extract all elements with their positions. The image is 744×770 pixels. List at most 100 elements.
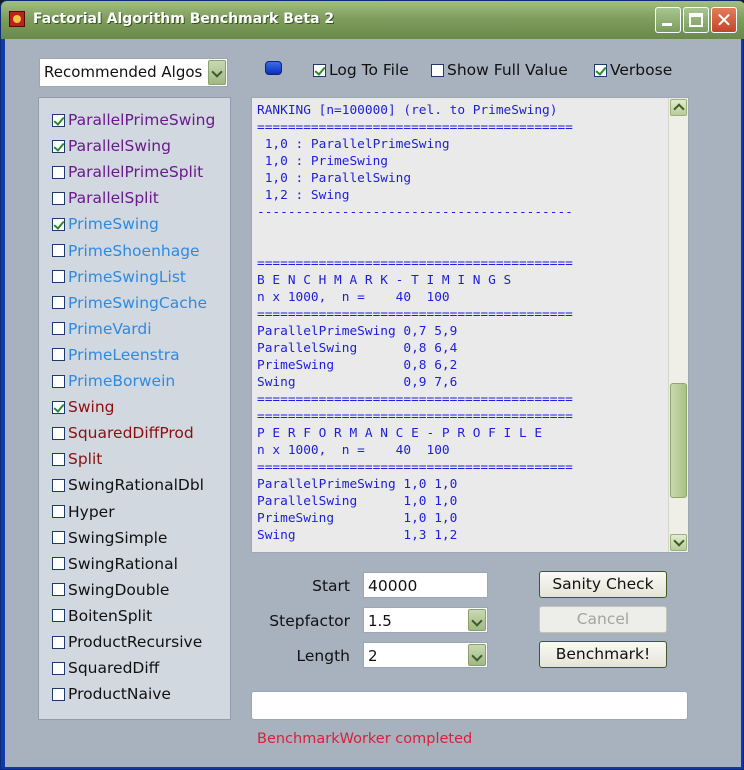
algo-filter-select[interactable]: Recommended Algos — [39, 58, 228, 87]
verbose-checkbox[interactable]: Verbose — [594, 61, 672, 79]
checkbox-box[interactable] — [313, 63, 326, 77]
client-area: Recommended Algos Log To File Show Full … — [5, 39, 741, 767]
algorithm-checkbox[interactable]: PrimeBorwein — [52, 372, 175, 390]
scroll-thumb[interactable] — [670, 383, 687, 498]
checkbox-box[interactable] — [52, 531, 65, 545]
checkbox-box[interactable] — [52, 348, 65, 362]
algorithm-label: PrimeLeenstra — [68, 345, 180, 364]
checkbox-box[interactable] — [52, 244, 65, 257]
checkbox-box[interactable] — [52, 687, 65, 701]
checkbox-label: Log To File — [329, 61, 409, 79]
checkbox-box[interactable] — [52, 270, 65, 284]
algorithm-checkbox[interactable]: Hyper — [52, 503, 115, 521]
chevron-down-icon[interactable] — [208, 60, 226, 85]
algorithm-list: ParallelPrimeSwing ParallelSwing ParallelP… — [38, 97, 231, 720]
log-to-file-checkbox[interactable]: Log To File — [313, 61, 409, 79]
checkbox-box[interactable] — [52, 661, 65, 675]
algorithm-checkbox[interactable]: ParallelPrimeSwing — [52, 111, 215, 129]
algorithm-label: Split — [68, 450, 103, 469]
show-full-value-checkbox[interactable]: Show Full Value — [431, 61, 568, 79]
minimize-button[interactable] — [655, 7, 681, 33]
status-text: BenchmarkWorker completed — [257, 731, 473, 747]
algorithm-label: PrimeSwing — [68, 215, 159, 234]
algorithm-label: SwingRationalDbl — [68, 476, 204, 495]
checkbox-box[interactable] — [52, 139, 65, 153]
checkbox-box[interactable] — [52, 217, 65, 231]
vertical-scrollbar[interactable] — [668, 98, 688, 552]
start-input[interactable]: 40000 — [363, 572, 488, 598]
checkbox-box[interactable] — [52, 296, 65, 310]
output-textarea[interactable]: RANKING [n=100000] (rel. to PrimeSwing) … — [251, 97, 689, 553]
checkbox-box[interactable] — [431, 63, 444, 77]
benchmark-button[interactable]: Benchmark! — [539, 641, 667, 668]
algorithm-checkbox[interactable]: ProductRecursive — [52, 633, 202, 651]
algorithm-label: Hyper — [68, 502, 115, 521]
close-button[interactable]: ✕ — [711, 7, 737, 33]
stepfactor-select[interactable]: 1.5 — [363, 607, 488, 633]
window-title: Factorial Algorithm Benchmark Beta 2 — [33, 11, 335, 27]
checkbox-box[interactable] — [52, 505, 65, 518]
checkbox-box[interactable] — [52, 322, 65, 336]
algorithm-checkbox[interactable]: BoitenSplit — [52, 607, 152, 625]
checkbox-box[interactable] — [52, 374, 65, 388]
checkbox-box[interactable] — [52, 400, 65, 414]
algorithm-checkbox[interactable]: PrimeShoenhage — [52, 242, 200, 260]
minimize-icon — [662, 23, 672, 26]
algorithm-label: ParallelPrimeSwing — [68, 111, 216, 129]
algorithm-checkbox[interactable]: SwingDouble — [52, 581, 169, 599]
algorithm-checkbox[interactable]: ParallelSplit — [52, 189, 159, 207]
chevron-down-icon[interactable] — [468, 609, 486, 631]
algorithm-checkbox[interactable]: Split — [52, 450, 102, 468]
app-icon[interactable] — [9, 11, 25, 27]
start-value: 40000 — [368, 577, 418, 595]
algorithm-checkbox[interactable]: PrimeSwingCache — [52, 294, 207, 312]
algorithm-label: ProductRecursive — [68, 633, 203, 651]
stepfactor-value: 1.5 — [368, 612, 392, 630]
algorithm-label: SwingRational — [68, 554, 178, 573]
scroll-down-button[interactable] — [670, 534, 687, 551]
algorithm-checkbox[interactable]: Swing — [52, 398, 115, 416]
algorithm-label: SquaredDiff — [68, 659, 160, 678]
algorithm-checkbox[interactable]: PrimeLeenstra — [52, 346, 180, 364]
algorithm-checkbox[interactable]: PrimeSwing — [52, 215, 159, 233]
algorithm-checkbox[interactable]: SwingRationalDbl — [52, 476, 204, 494]
checkbox-box[interactable] — [52, 452, 65, 466]
length-value: 2 — [368, 647, 378, 665]
checkbox-box[interactable] — [52, 478, 65, 492]
algorithm-checkbox[interactable]: SwingSimple — [52, 529, 167, 547]
checkbox-box[interactable] — [52, 609, 65, 623]
algorithm-label: SwingSimple — [68, 528, 168, 547]
progress-field[interactable] — [251, 691, 688, 720]
algorithm-checkbox[interactable]: SwingRational — [52, 555, 178, 573]
cancel-button[interactable]: Cancel — [539, 606, 667, 633]
algorithm-label: ParallelPrimeSplit — [68, 163, 204, 182]
chevron-up-icon — [673, 103, 685, 115]
title-bar[interactable]: Factorial Algorithm Benchmark Beta 2 ✕ — [1, 1, 744, 39]
maximize-icon — [689, 13, 703, 27]
checkbox-box[interactable] — [52, 426, 65, 440]
algorithm-checkbox[interactable]: PrimeSwingList — [52, 268, 186, 286]
checkbox-box[interactable] — [52, 583, 65, 597]
checkbox-box[interactable] — [52, 165, 65, 179]
sanity-check-button[interactable]: Sanity Check — [539, 571, 667, 598]
close-icon: ✕ — [715, 8, 733, 32]
checkbox-box[interactable] — [52, 557, 65, 571]
algorithm-checkbox[interactable]: SquaredDiff — [52, 659, 159, 677]
checkbox-box[interactable] — [52, 191, 65, 205]
scroll-up-button[interactable] — [670, 99, 687, 116]
algorithm-checkbox[interactable]: PrimeVardi — [52, 320, 152, 338]
checkbox-box[interactable] — [52, 635, 65, 649]
algorithm-checkbox[interactable]: ParallelSwing — [52, 137, 171, 155]
checkbox-box[interactable] — [594, 63, 607, 77]
output-text: RANKING [n=100000] (rel. to PrimeSwing) … — [257, 103, 573, 543]
algorithm-checkbox[interactable]: SquaredDiffProd — [52, 424, 194, 442]
color-indicator[interactable] — [265, 61, 282, 75]
algorithm-checkbox[interactable]: ParallelPrimeSplit — [52, 163, 203, 181]
length-select[interactable]: 2 — [363, 642, 488, 668]
chevron-down-icon[interactable] — [468, 644, 486, 666]
maximize-button[interactable] — [683, 7, 709, 33]
algorithm-label: SwingDouble — [68, 580, 170, 599]
algorithm-checkbox[interactable]: ProductNaive — [52, 685, 171, 703]
checkbox-box[interactable] — [52, 113, 65, 127]
algorithm-label: BoitenSplit — [68, 606, 153, 625]
